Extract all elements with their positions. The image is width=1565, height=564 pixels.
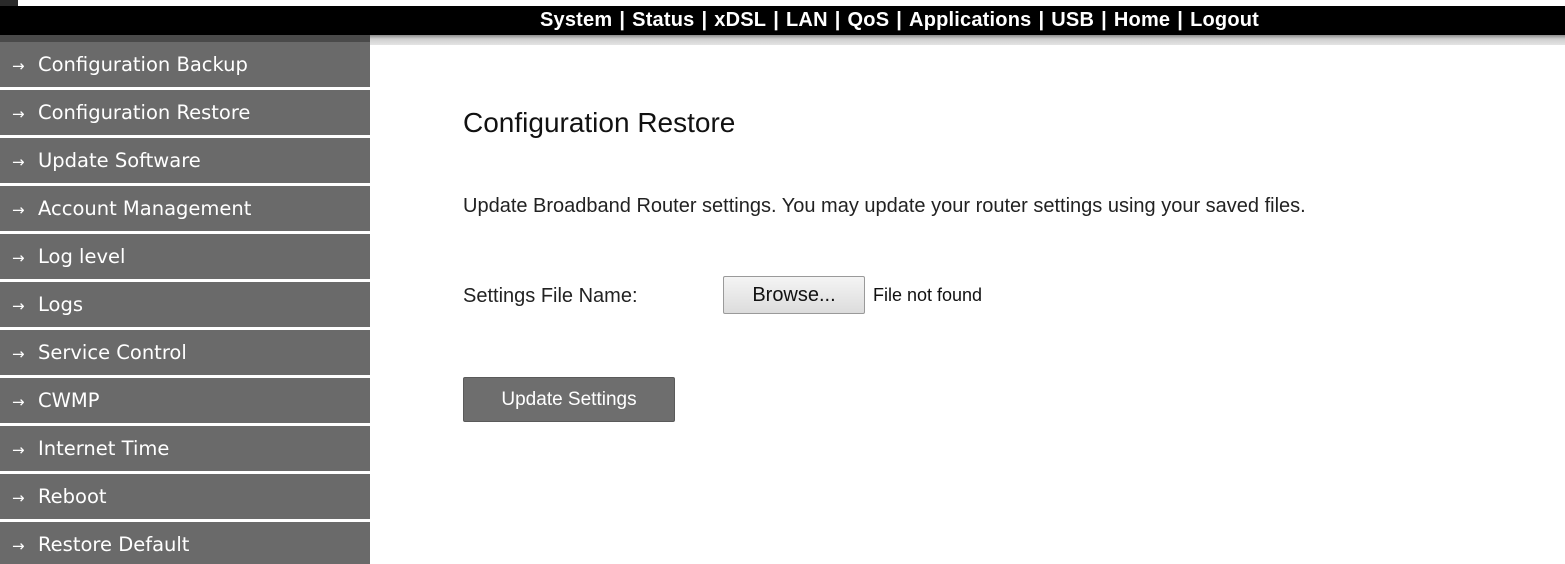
file-status-text: File not found [873,285,983,305]
arrow-right-icon: → [12,393,25,411]
page-description: Update Broadband Router settings. You ma… [463,195,1306,217]
arrow-right-icon: → [12,489,25,507]
page-title: Configuration Restore [463,107,736,138]
arrow-right-icon: → [12,201,25,219]
nav-qos[interactable]: QoS [848,9,890,31]
nav-logout[interactable]: Logout [1190,9,1259,31]
router-config-page: System | Status | xDSL | LAN | QoS | Applications |… [0,0,1565,564]
nav-separator: | [1177,9,1184,31]
sidebar-item-log-level[interactable]: → Log level [0,234,370,279]
sidebar-item-cwmp[interactable]: → CWMP [0,378,370,423]
sidebar-item-label: Internet Time [38,437,170,460]
nav-separator: | [1101,9,1107,31]
nav-separator: | [701,9,708,31]
sidebar-item-logs[interactable]: → Logs [0,282,370,327]
nav-separator: | [1038,9,1045,31]
sidebar-item-label: Logs [38,293,83,316]
sidebar-item-service-control[interactable]: → Service Control [0,330,370,375]
sidebar-item-label: Configuration Restore [38,101,251,124]
nav-xdsl[interactable]: xDSL [714,9,766,31]
nav-separator: | [834,9,841,31]
arrow-right-icon: → [12,441,25,459]
sidebar-item-label: Update Software [38,149,201,172]
nav-usb[interactable]: USB [1051,9,1094,31]
arrow-right-icon: → [12,249,25,267]
nav-separator: | [773,9,780,31]
browse-button[interactable]: Browse... [723,276,865,314]
nav-home[interactable]: Home [1114,9,1170,31]
nav-applications[interactable]: Applications [909,9,1031,31]
sidebar-item-label: CWMP [38,389,100,412]
top-nav: System | Status | xDSL | LAN | QoS | Applications |… [540,6,1259,35]
sidebar-item-internet-time[interactable]: → Internet Time [0,426,370,471]
sidebar-item-label: Configuration Backup [38,53,248,76]
nav-status[interactable]: Status [632,9,694,31]
sidebar-item-label: Service Control [38,341,187,364]
sidebar-item-restore-default[interactable]: → Restore Default [0,522,370,564]
header-divider [370,35,1565,45]
update-settings-button[interactable]: Update Settings [463,377,675,422]
arrow-right-icon: → [12,537,25,555]
nav-separator: | [619,9,626,31]
sidebar: → Configuration Backup → Configuration Res… [0,42,370,564]
nav-system[interactable]: System [540,9,612,31]
sidebar-item-reboot[interactable]: → Reboot [0,474,370,519]
sidebar-item-configuration-backup[interactable]: → Configuration Backup [0,42,370,87]
nav-lan[interactable]: LAN [786,9,828,31]
sidebar-item-label: Reboot [38,485,107,508]
sidebar-item-update-software[interactable]: → Update Software [0,138,370,183]
nav-separator: | [896,9,903,31]
arrow-right-icon: → [12,297,25,315]
arrow-right-icon: → [12,153,25,171]
sidebar-item-configuration-restore[interactable]: → Configuration Restore [0,90,370,135]
sidebar-item-label: Restore Default [38,533,190,556]
settings-file-label: Settings File Name: [463,285,638,307]
arrow-right-icon: → [12,57,25,75]
sidebar-item-label: Account Management [38,197,252,220]
sidebar-item-label: Log level [38,245,126,268]
sidebar-item-account-management[interactable]: → Account Management [0,186,370,231]
arrow-right-icon: → [12,105,25,123]
arrow-right-icon: → [12,345,25,363]
